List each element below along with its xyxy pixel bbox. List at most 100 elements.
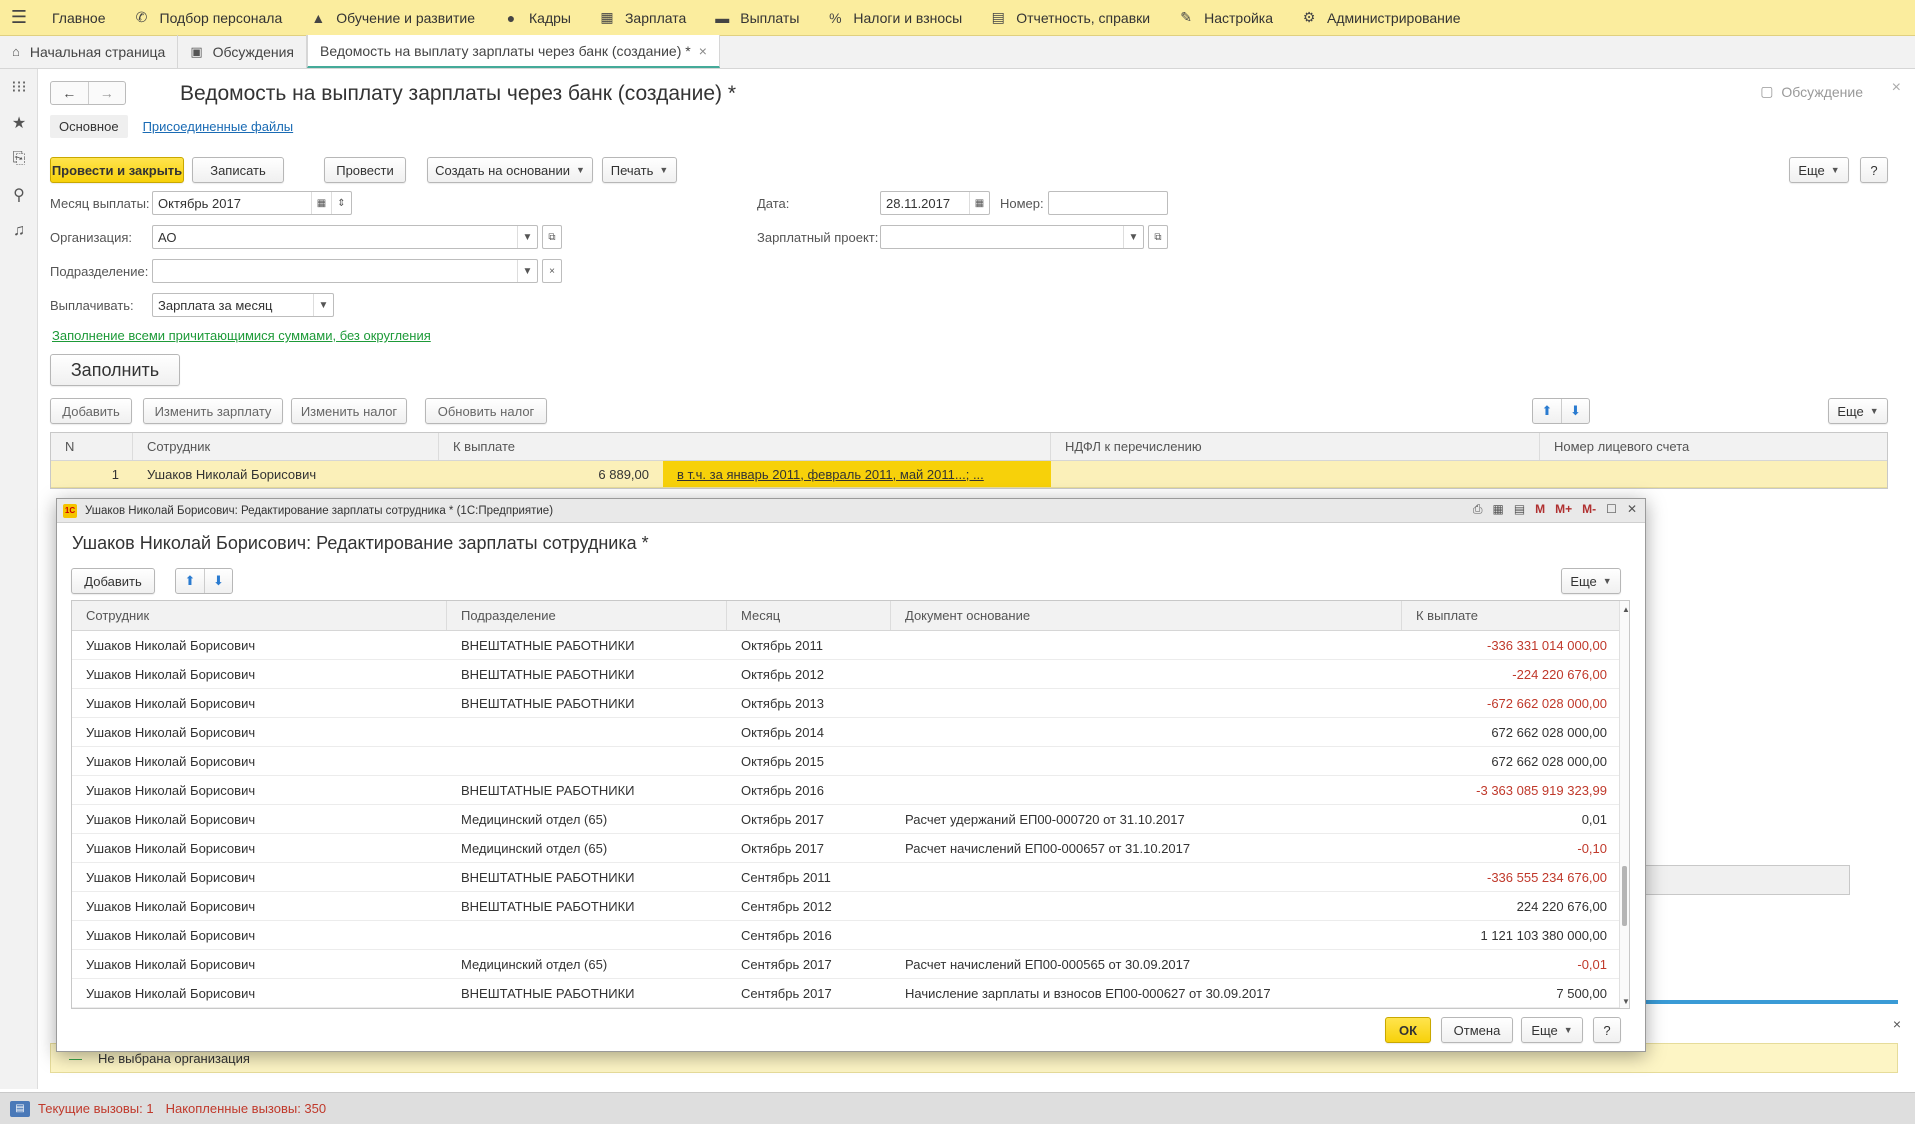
menu-item-training[interactable]: ▲ Обучение и развитие	[296, 0, 489, 36]
department-field[interactable]: ▼	[152, 259, 538, 283]
create-based-on-button[interactable]: Создать на основании ▼	[427, 157, 593, 183]
menu-item-payments[interactable]: ▬ Выплаты	[700, 0, 813, 36]
calendar-icon[interactable]: ▤	[1514, 502, 1525, 517]
table-row[interactable]: 1 Ушаков Николай Борисович 6 889,00 в т.…	[51, 461, 1887, 488]
table-icon[interactable]: ▦	[1492, 502, 1503, 517]
dropdown-arrow-icon[interactable]: ▼	[517, 226, 537, 248]
discussion-button[interactable]: ▢ Обсуждение	[1760, 83, 1863, 100]
fill-button[interactable]: Заполнить	[50, 354, 180, 386]
bell-icon[interactable]: ♫	[0, 213, 38, 249]
forward-arrow-icon[interactable]: →	[87, 82, 126, 104]
column-employee[interactable]: Сотрудник	[133, 433, 439, 460]
memory-plus-icon[interactable]: M+	[1555, 502, 1572, 517]
scroll-thumb[interactable]	[1622, 866, 1627, 926]
save-button[interactable]: Записать	[192, 157, 284, 183]
fill-mode-link[interactable]: Заполнение всеми причитающимися суммами,…	[52, 328, 431, 343]
table-row[interactable]: Ушаков Николай Борисович Медицинский отде…	[72, 834, 1629, 863]
calendar-icon[interactable]: ▦	[969, 192, 989, 214]
column-account[interactable]: Номер лицевого счета	[1540, 433, 1887, 460]
table-row[interactable]: Ушаков Николай Борисович ВНЕШТАТНЫЕ РАБОТ…	[72, 776, 1629, 805]
table-row[interactable]: Ушаков Николай Борисович ВНЕШТАТНЫЕ РАБОТ…	[72, 979, 1629, 1008]
table-row[interactable]: Ушаков Николай Борисович Медицинский отде…	[72, 805, 1629, 834]
tab-discussions[interactable]: ▣ Обсуждения	[178, 35, 307, 68]
column-amount[interactable]: К выплате	[1402, 601, 1629, 630]
calendar-icon[interactable]: ▦	[311, 192, 331, 214]
move-down-icon[interactable]: ⬇	[1561, 399, 1589, 423]
memory-minus-icon[interactable]: M-	[1582, 502, 1596, 517]
row-amount-detail-link[interactable]: в т.ч. за январь 2011, февраль 2011, май…	[663, 461, 1051, 487]
dialog-more-button[interactable]: Еще ▼	[1561, 568, 1621, 594]
change-tax-button[interactable]: Изменить налог	[291, 398, 407, 424]
maximize-icon[interactable]: ☐	[1606, 502, 1617, 517]
cancel-button[interactable]: Отмена	[1441, 1017, 1513, 1043]
change-salary-button[interactable]: Изменить зарплату	[143, 398, 283, 424]
tab-home[interactable]: ⌂ Начальная страница	[0, 35, 179, 68]
close-icon[interactable]: ✕	[1627, 502, 1637, 517]
apps-icon[interactable]: ⁝⁝⁝	[0, 69, 38, 105]
table-row[interactable]: Ушаков Николай Борисович ВНЕШТАТНЫЕ РАБОТ…	[72, 689, 1629, 718]
close-icon[interactable]: ×	[1893, 1016, 1901, 1032]
column-amount[interactable]: К выплате	[439, 433, 1051, 460]
menu-item-hr[interactable]: ● Кадры	[489, 0, 585, 36]
table-row[interactable]: Ушаков Николай Борисович Октябрь 2014 672 …	[72, 718, 1629, 747]
pay-type-select[interactable]: Зарплата за месяц ▼	[152, 293, 334, 317]
search-icon[interactable]: ⚲	[0, 177, 38, 213]
post-and-close-button[interactable]: Провести и закрыть	[50, 157, 184, 183]
back-arrow-icon[interactable]: ←	[51, 82, 88, 104]
dropdown-arrow-icon[interactable]: ▼	[313, 294, 333, 316]
menu-item-reports[interactable]: ▤ Отчетность, справки	[976, 0, 1164, 36]
dropdown-arrow-icon[interactable]: ▼	[1123, 226, 1143, 248]
help-button[interactable]: ?	[1860, 157, 1888, 183]
dropdown-arrow-icon[interactable]: ▼	[517, 260, 537, 282]
update-tax-button[interactable]: Обновить налог	[425, 398, 547, 424]
spinner-icon[interactable]: ⇕	[331, 192, 351, 214]
number-field[interactable]	[1048, 191, 1168, 215]
table-row[interactable]: Ушаков Николай Борисович ВНЕШТАТНЫЕ РАБОТ…	[72, 863, 1629, 892]
scroll-down-icon[interactable]: ▼	[1622, 997, 1629, 1006]
open-link-icon[interactable]: ⧉	[1148, 225, 1168, 249]
calls-icon[interactable]: ▤	[10, 1100, 30, 1117]
table-row[interactable]: Ушаков Николай Борисович ВНЕШТАТНЫЕ РАБОТ…	[72, 631, 1629, 660]
dialog-footer-more-button[interactable]: Еще ▼	[1521, 1017, 1583, 1043]
menu-item-admin[interactable]: ⚙ Администрирование	[1287, 0, 1475, 36]
post-button[interactable]: Провести	[324, 157, 406, 183]
column-document[interactable]: Документ основание	[891, 601, 1402, 630]
organization-field[interactable]: АО ▼	[152, 225, 538, 249]
column-employee[interactable]: Сотрудник	[72, 601, 447, 630]
print-button[interactable]: Печать ▼	[602, 157, 677, 183]
subtab-main[interactable]: Основное	[50, 115, 128, 138]
print-icon[interactable]: ⎙	[1473, 502, 1483, 517]
table-row[interactable]: Ушаков Николай Борисович Медицинский отде…	[72, 950, 1629, 979]
memory-m-icon[interactable]: M	[1535, 502, 1545, 517]
close-tab-icon[interactable]: ×	[699, 43, 707, 59]
table-row[interactable]: Ушаков Николай Борисович ВНЕШТАТНЫЕ РАБОТ…	[72, 660, 1629, 689]
table-row[interactable]: Ушаков Николай Борисович Октябрь 2015 672 …	[72, 747, 1629, 776]
history-icon[interactable]: ⎘	[0, 141, 38, 177]
scroll-up-icon[interactable]: ▲	[1622, 605, 1629, 614]
column-n[interactable]: N	[51, 433, 133, 460]
table-row[interactable]: Ушаков Николай Борисович Сентябрь 2016 1 1…	[72, 921, 1629, 950]
close-icon[interactable]: ×	[1892, 79, 1901, 97]
menu-item-settings[interactable]: ✎ Настройка	[1164, 0, 1287, 36]
menu-item-salary[interactable]: ▦ Зарплата	[585, 0, 700, 36]
add-button[interactable]: Добавить	[50, 398, 132, 424]
scrollbar[interactable]: ▲ ▼	[1619, 601, 1629, 1008]
menu-item-main[interactable]: Главное	[38, 0, 120, 36]
dialog-help-button[interactable]: ?	[1593, 1017, 1621, 1043]
menu-item-recruitment[interactable]: ✆ Подбор персонала	[120, 0, 297, 36]
more-button[interactable]: Еще ▼	[1789, 157, 1849, 183]
menu-icon[interactable]: ☰	[0, 0, 38, 36]
tab-document[interactable]: Ведомость на выплату зарплаты через банк…	[307, 35, 720, 68]
menu-item-taxes[interactable]: % Налоги и взносы	[813, 0, 976, 36]
table-row[interactable]: Ушаков Николай Борисович ВНЕШТАТНЫЕ РАБОТ…	[72, 892, 1629, 921]
column-department[interactable]: Подразделение	[447, 601, 727, 630]
month-field[interactable]: Октябрь 2017 ▦ ⇕	[152, 191, 352, 215]
dialog-add-button[interactable]: Добавить	[71, 568, 155, 594]
subtab-attached-files[interactable]: Присоединенные файлы	[134, 115, 303, 138]
star-icon[interactable]: ★	[0, 105, 38, 141]
move-up-icon[interactable]: ⬆	[1533, 399, 1561, 423]
clear-icon[interactable]: ×	[542, 259, 562, 283]
grid-more-button[interactable]: Еще ▼	[1828, 398, 1888, 424]
column-month[interactable]: Месяц	[727, 601, 891, 630]
open-link-icon[interactable]: ⧉	[542, 225, 562, 249]
